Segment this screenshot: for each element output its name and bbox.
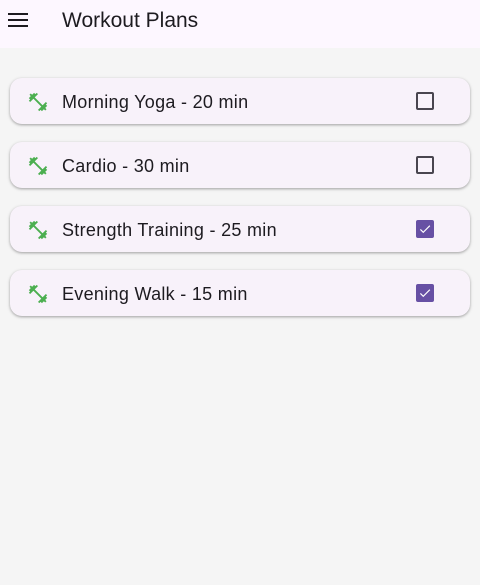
workout-card[interactable]: Cardio - 30 min bbox=[10, 142, 470, 188]
workout-checkbox[interactable] bbox=[416, 220, 434, 238]
fitness-icon bbox=[28, 156, 48, 176]
app-bar: Workout Plans bbox=[0, 0, 480, 48]
workout-checkbox[interactable] bbox=[416, 284, 434, 302]
page-title: Workout Plans bbox=[62, 9, 199, 32]
fitness-icon bbox=[28, 220, 48, 240]
menu-icon bbox=[8, 13, 28, 27]
workout-label: Morning Yoga - 20 min bbox=[62, 92, 249, 112]
workout-card[interactable]: Evening Walk - 15 min bbox=[10, 270, 470, 316]
workout-label: Evening Walk - 15 min bbox=[62, 284, 248, 304]
fitness-icon bbox=[28, 92, 48, 112]
fitness-icon bbox=[28, 284, 48, 304]
workout-label: Cardio - 30 min bbox=[62, 156, 190, 176]
menu-button[interactable] bbox=[4, 6, 32, 34]
workout-list: Morning Yoga - 20 min Cardio - 30 min St… bbox=[10, 78, 470, 334]
workout-card[interactable]: Morning Yoga - 20 min bbox=[10, 78, 470, 124]
workout-checkbox[interactable] bbox=[416, 92, 434, 110]
workout-label: Strength Training - 25 min bbox=[62, 220, 277, 240]
check-icon bbox=[419, 289, 431, 298]
check-icon bbox=[419, 225, 431, 234]
workout-checkbox[interactable] bbox=[416, 156, 434, 174]
workout-card[interactable]: Strength Training - 25 min bbox=[10, 206, 470, 252]
